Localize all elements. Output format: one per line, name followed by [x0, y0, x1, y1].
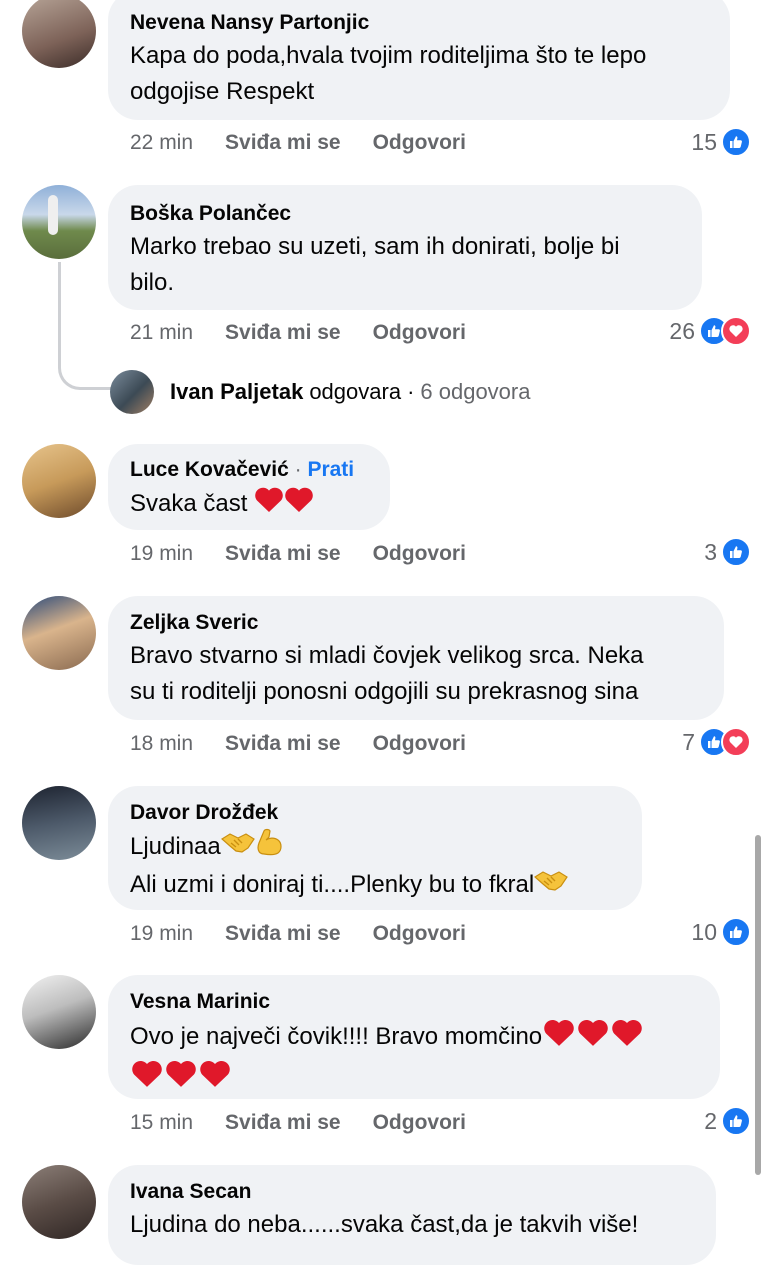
- like-button[interactable]: Sviđa mi se: [225, 539, 341, 569]
- comment-bubble: Boška Polančec Marko trebao su uzeti, sa…: [108, 185, 702, 310]
- avatar[interactable]: [22, 185, 96, 259]
- follow-link[interactable]: Prati: [307, 458, 354, 481]
- reply-button[interactable]: Odgovori: [373, 128, 466, 158]
- comment-bubble: Davor Drožđek Ljudinaa Ali uzmi i donira…: [108, 786, 642, 910]
- avatar[interactable]: [22, 596, 96, 670]
- comment-time[interactable]: 15 min: [130, 1108, 193, 1138]
- comment-text: Ljudina do neba......svaka čast,da je ta…: [130, 1211, 639, 1238]
- comment-text: Bravo stvarno si mladi čovjek velikog sr…: [130, 642, 644, 705]
- comment-author[interactable]: Boška Polančec: [130, 201, 680, 227]
- reaction-count: 7: [682, 728, 695, 755]
- heart-emoji: [542, 1017, 576, 1058]
- reaction-count: 3: [704, 538, 717, 565]
- reaction-summary[interactable]: 3: [704, 535, 751, 569]
- love-reaction-icon: [721, 316, 751, 346]
- separator-dot: ·: [407, 379, 415, 404]
- reaction-summary[interactable]: 15: [691, 125, 751, 159]
- like-button[interactable]: Sviđa mi se: [225, 919, 341, 949]
- reply-button[interactable]: Odgovori: [373, 729, 466, 759]
- like-reaction-icon: [721, 1106, 751, 1136]
- comment-text: Svaka čast: [130, 485, 368, 524]
- reply-author: Ivan Paljetak: [170, 379, 304, 404]
- comment-time[interactable]: 19 min: [130, 919, 193, 949]
- comment-bubble: Vesna Marinic Ovo je največi čovik!!!! B…: [108, 975, 720, 1099]
- comment-meta: 19 min Sviđa mi se Odgovori: [130, 539, 498, 569]
- avatar: [110, 370, 154, 414]
- reaction-count: 2: [704, 1107, 717, 1134]
- comment-time[interactable]: 19 min: [130, 539, 193, 569]
- heart-emoji: [130, 1058, 164, 1099]
- comment-meta: 22 min Sviđa mi se Odgovori: [130, 128, 498, 158]
- comment-author: Luce Kovačević · Prati: [130, 457, 368, 483]
- flexed-biceps-emoji: [255, 828, 285, 867]
- comment-bubble: Zeljka Sveric Bravo stvarno si mladi čov…: [108, 596, 724, 720]
- comment-meta: 19 min Sviđa mi se Odgovori: [130, 919, 498, 949]
- like-button[interactable]: Sviđa mi se: [225, 318, 341, 348]
- avatar[interactable]: [22, 1165, 96, 1239]
- avatar[interactable]: [22, 975, 96, 1049]
- heart-emoji: [576, 1017, 610, 1058]
- like-button[interactable]: Sviđa mi se: [225, 729, 341, 759]
- heart-emoji: [610, 1017, 644, 1058]
- comment-author-name[interactable]: Luce Kovačević: [130, 458, 289, 481]
- reaction-count: 10: [691, 918, 717, 945]
- avatar[interactable]: [22, 0, 96, 68]
- comment-bubble: Nevena Nansy Partonjic Kapa do poda,hval…: [108, 0, 730, 120]
- heart-emoji: [254, 485, 284, 524]
- separator-dot: ·: [294, 458, 302, 481]
- reply-action: odgovara: [309, 379, 402, 404]
- reaction-summary[interactable]: 7: [682, 725, 751, 759]
- reply-thread-link[interactable]: Ivan Paljetak odgovara · 6 odgovora: [110, 370, 530, 414]
- like-button[interactable]: Sviđa mi se: [225, 128, 341, 158]
- reply-button[interactable]: Odgovori: [373, 919, 466, 949]
- reply-count: 6 odgovora: [420, 379, 531, 404]
- reaction-summary[interactable]: 26: [669, 314, 751, 348]
- heart-emoji: [284, 485, 314, 524]
- comment-meta: 18 min Sviđa mi se Odgovori: [130, 729, 498, 759]
- comment-text: Ljudinaa Ali uzmi i doniraj ti....Plenky…: [130, 828, 620, 904]
- comment-text: Ovo je največi čovik!!!! Bravo momčino: [130, 1017, 698, 1099]
- like-reaction-icon: [721, 917, 751, 947]
- heart-emoji: [198, 1058, 232, 1099]
- avatar[interactable]: [22, 786, 96, 860]
- reaction-count: 15: [691, 128, 717, 155]
- comment-bubble: Ivana Secan Ljudina do neba......svaka č…: [108, 1165, 716, 1265]
- reply-button[interactable]: Odgovori: [373, 1108, 466, 1138]
- comment-time[interactable]: 21 min: [130, 318, 193, 348]
- comment-text: Marko trebao su uzeti, sam ih donirati, …: [130, 233, 620, 296]
- like-button[interactable]: Sviđa mi se: [225, 1108, 341, 1138]
- avatar[interactable]: [22, 444, 96, 518]
- heart-emoji: [164, 1058, 198, 1099]
- statue-shape: [48, 195, 58, 235]
- thread-connector: [58, 262, 112, 390]
- comment-author[interactable]: Zeljka Sveric: [130, 610, 702, 636]
- handshake-emoji: [534, 868, 568, 904]
- reaction-summary[interactable]: 10: [691, 915, 751, 949]
- comment-meta: 21 min Sviđa mi se Odgovori: [130, 318, 498, 348]
- comment-author[interactable]: Nevena Nansy Partonjic: [130, 10, 708, 36]
- comment-time[interactable]: 18 min: [130, 729, 193, 759]
- handshake-emoji: [220, 830, 255, 866]
- comment-author[interactable]: Davor Drožđek: [130, 800, 620, 826]
- comment-meta: 15 min Sviđa mi se Odgovori: [130, 1108, 498, 1138]
- comment-text: Kapa do poda,hvala tvojim roditeljima št…: [130, 42, 647, 105]
- love-reaction-icon: [721, 727, 751, 757]
- like-reaction-icon: [721, 127, 751, 157]
- reaction-summary[interactable]: 2: [704, 1104, 751, 1138]
- comment-author[interactable]: Ivana Secan: [130, 1179, 694, 1205]
- comment-author[interactable]: Vesna Marinic: [130, 989, 698, 1015]
- scrollbar[interactable]: [755, 835, 761, 1175]
- reaction-count: 26: [669, 317, 695, 344]
- comment-time[interactable]: 22 min: [130, 128, 193, 158]
- comment-bubble: Luce Kovačević · Prati Svaka čast: [108, 444, 390, 530]
- reply-button[interactable]: Odgovori: [373, 539, 466, 569]
- reply-button[interactable]: Odgovori: [373, 318, 466, 348]
- like-reaction-icon: [721, 537, 751, 567]
